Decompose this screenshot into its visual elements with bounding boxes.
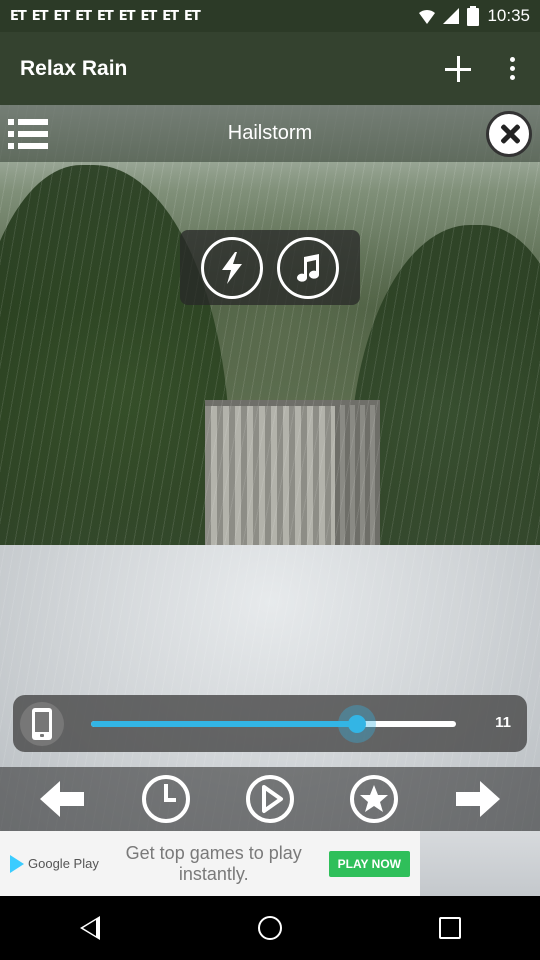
- plus-icon[interactable]: [442, 53, 474, 85]
- play-icon[interactable]: [243, 772, 297, 826]
- notification-icons: ET ET ET ET ET ET ET ET ET: [10, 8, 201, 24]
- status-time: 10:35: [487, 6, 530, 25]
- phone-icon[interactable]: [20, 702, 64, 746]
- status-indicators: 10:35: [419, 6, 530, 26]
- back-icon[interactable]: [60, 898, 120, 958]
- notification-icon: ET: [97, 8, 114, 24]
- more-vert-icon[interactable]: [504, 53, 520, 85]
- wifi-icon: [419, 9, 436, 24]
- music-note-icon[interactable]: [277, 236, 339, 299]
- star-icon[interactable]: [347, 772, 401, 826]
- home-icon[interactable]: [240, 898, 300, 958]
- ad-side-image: [420, 831, 540, 896]
- notification-icon: ET: [53, 8, 71, 24]
- volume-value: 11: [495, 714, 511, 731]
- notification-icon: ET: [162, 8, 179, 24]
- google-play-logo: Google Play: [10, 854, 99, 873]
- ad-brand: Google Play: [28, 856, 99, 871]
- notification-icon: ET: [10, 8, 27, 24]
- lightning-icon[interactable]: [201, 236, 263, 299]
- notification-icon: ET: [184, 8, 201, 24]
- clock-icon[interactable]: [139, 772, 193, 826]
- volume-slider[interactable]: [91, 705, 456, 743]
- notification-icon: ET: [75, 8, 92, 24]
- status-bar: ET ET ET ET ET ET ET ET ET 10:35: [0, 0, 540, 32]
- google-play-icon: [10, 854, 24, 873]
- app-actions: [442, 53, 520, 85]
- recents-icon[interactable]: [420, 898, 480, 958]
- arrow-right-icon[interactable]: [451, 772, 505, 826]
- control-bar: [0, 767, 540, 831]
- signal-icon: [443, 8, 460, 24]
- effects-panel: [180, 230, 360, 305]
- app-title: Relax Rain: [20, 56, 128, 80]
- volume-slider-fill: [91, 721, 358, 727]
- app-bar: Relax Rain: [0, 32, 540, 105]
- list-icon[interactable]: [8, 118, 48, 149]
- sound-header: Hailstorm: [0, 105, 540, 162]
- sound-title: Hailstorm: [227, 122, 313, 144]
- notification-icon: ET: [118, 8, 136, 24]
- arrow-left-icon[interactable]: [35, 772, 89, 826]
- battery-icon: [467, 6, 480, 26]
- notification-icon: ET: [140, 8, 158, 24]
- ad-text: Get top games to play instantly.: [125, 842, 302, 884]
- navigation-bar: [0, 896, 540, 960]
- volume-slider-thumb[interactable]: [338, 705, 377, 743]
- play-now-button[interactable]: PLAY NOW: [328, 850, 410, 877]
- close-icon[interactable]: [486, 110, 532, 157]
- notification-icon: ET: [31, 8, 49, 24]
- volume-panel: 11: [13, 695, 527, 752]
- ad-banner[interactable]: Google Play Get top games to play instan…: [0, 831, 420, 896]
